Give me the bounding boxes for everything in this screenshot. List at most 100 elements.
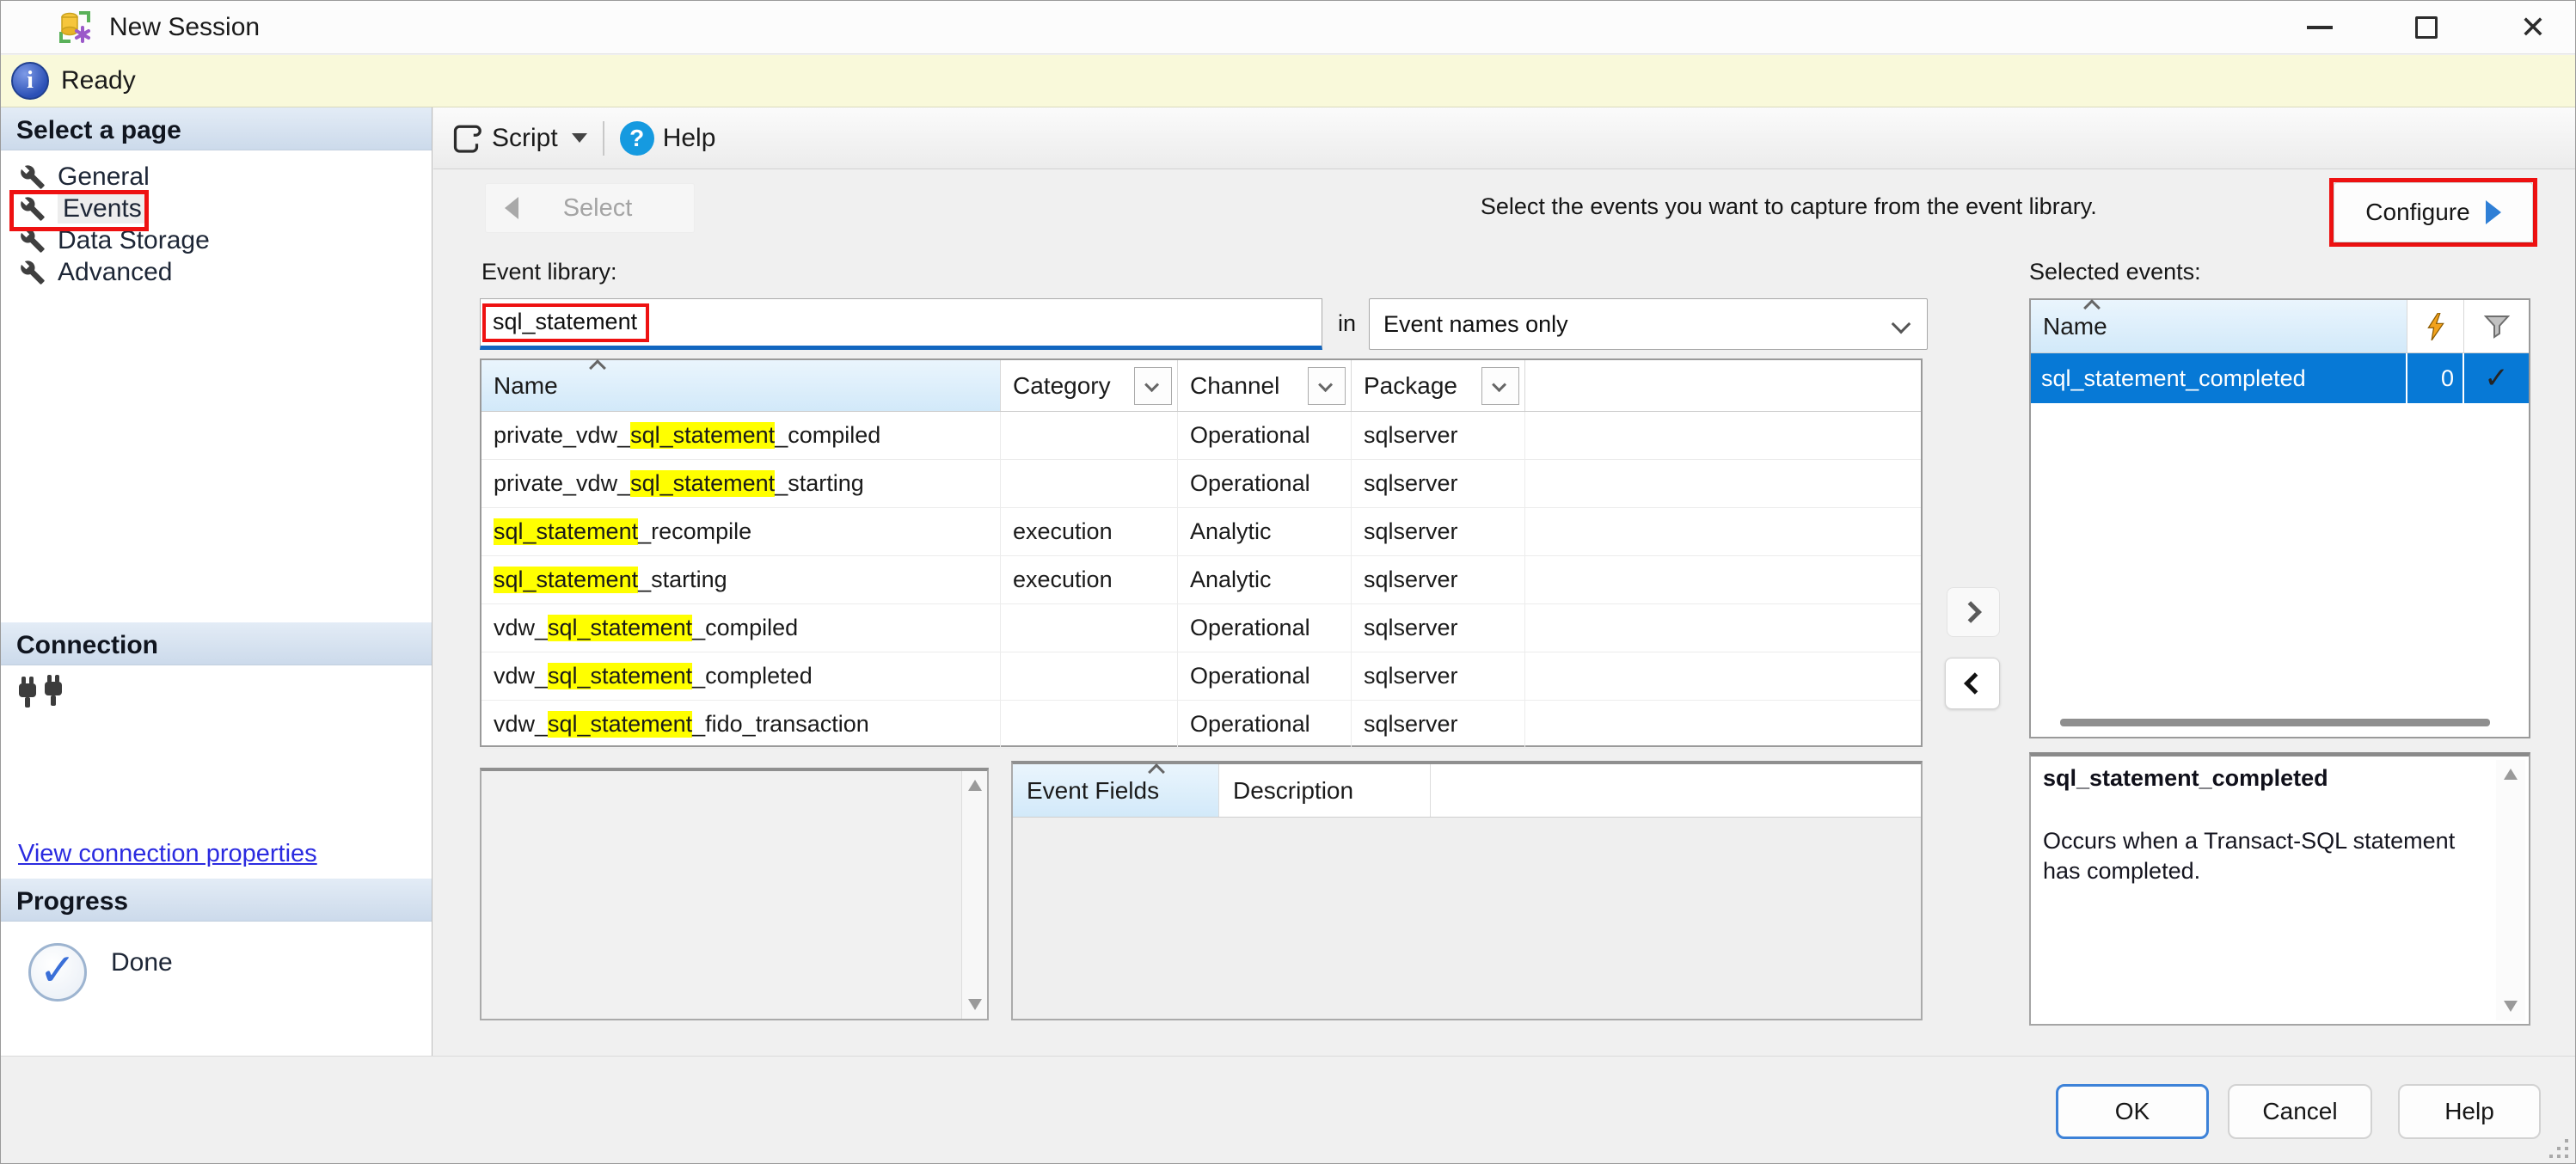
- horizontal-scrollbar-thumb[interactable]: [2060, 719, 2490, 726]
- remove-event-button[interactable]: [1945, 658, 2000, 709]
- chevron-left-icon: [1964, 672, 1985, 694]
- back-arrow-icon: [505, 197, 518, 219]
- column-header-event-fields[interactable]: Event Fields: [1013, 764, 1219, 817]
- chevron-down-icon: [1144, 377, 1159, 392]
- help-button-footer[interactable]: Help: [2398, 1084, 2541, 1139]
- category-filter-button[interactable]: [1134, 367, 1172, 405]
- table-row[interactable]: vdw_sql_statement_completed Operational …: [481, 652, 1921, 701]
- table-row[interactable]: vdw_sql_statement_compiled Operational s…: [481, 604, 1921, 652]
- filter-check-icon: ✓: [2464, 353, 2529, 403]
- search-text: sql_statement: [482, 303, 649, 342]
- sidebar-item-label: Events: [58, 194, 147, 224]
- table-row[interactable]: sql_statement_recompile execution Analyt…: [481, 508, 1921, 556]
- filter-funnel-icon: [2483, 314, 2511, 340]
- sidebar-item-label: Advanced: [58, 258, 172, 287]
- new-session-dialog: New Session ✕ i Ready Select a page Gene…: [0, 0, 2576, 1164]
- sidebar-item-events[interactable]: Events: [1, 193, 432, 224]
- chevron-right-icon: [1960, 601, 1981, 622]
- help-icon: ?: [620, 121, 654, 156]
- search-match-highlight: sql_statement: [548, 663, 692, 689]
- forward-arrow-icon: [2486, 200, 2501, 224]
- maximize-button[interactable]: [2407, 8, 2446, 47]
- in-label: in: [1338, 310, 1356, 337]
- selected-column-header-name[interactable]: Name: [2031, 300, 2407, 352]
- column-header-channel[interactable]: Channel: [1178, 360, 1352, 411]
- minimize-button[interactable]: [2300, 8, 2340, 47]
- wrench-icon: [20, 228, 46, 254]
- selected-event-count: 0: [2407, 353, 2464, 403]
- table-row[interactable]: private_vdw_sql_statement_starting Opera…: [481, 460, 1921, 508]
- selected-event-name: sql_statement_completed: [2031, 353, 2407, 403]
- event-description-title: sql_statement_completed: [2043, 765, 2489, 792]
- event-fields-panel: Event Fields Description: [1011, 761, 1923, 1020]
- search-match-highlight: sql_statement: [494, 518, 638, 545]
- connection-header: Connection: [1, 622, 432, 665]
- configure-button-label: Configure: [2365, 199, 2469, 226]
- chevron-down-icon: [1892, 315, 1911, 334]
- wrench-icon: [20, 260, 46, 285]
- status-text: Ready: [61, 66, 136, 95]
- sidebar-item-label: General: [58, 162, 150, 192]
- selected-event-row[interactable]: sql_statement_completed 0 ✓: [2031, 353, 2529, 403]
- status-bar: i Ready: [1, 55, 2575, 107]
- cancel-button[interactable]: Cancel: [2228, 1084, 2372, 1139]
- vertical-scrollbar[interactable]: [2496, 760, 2525, 1020]
- event-description-text: Occurs when a Transact-SQL statement has…: [2043, 826, 2489, 886]
- column-header-name[interactable]: Name: [481, 360, 1001, 411]
- event-description-empty-panel: [480, 768, 989, 1020]
- toolbar: Script ? Help: [433, 107, 2576, 169]
- column-header-package[interactable]: Package: [1352, 360, 1525, 411]
- event-library-search-input[interactable]: sql_statement: [480, 298, 1322, 350]
- scroll-up-icon: [968, 780, 982, 791]
- event-library-table: Name Category Channel Package: [480, 358, 1923, 747]
- progress-header: Progress: [1, 879, 432, 922]
- chevron-down-icon: [1318, 377, 1333, 392]
- ok-button[interactable]: OK: [2056, 1084, 2209, 1139]
- selected-events-list: Name sql_statement_completed: [2029, 298, 2530, 738]
- select-back-button[interactable]: Select: [485, 183, 695, 233]
- configure-button[interactable]: Configure: [2334, 182, 2533, 242]
- event-count-column-header[interactable]: [2407, 300, 2464, 352]
- script-button[interactable]: Script: [492, 124, 558, 153]
- main-panel: Script ? Help Select Select the events y…: [433, 107, 2576, 1056]
- view-connection-properties-link[interactable]: View connection properties: [18, 840, 317, 868]
- title-bar: New Session ✕: [1, 1, 2575, 54]
- column-header-category[interactable]: Category: [1001, 360, 1178, 411]
- sidebar-item-label: Data Storage: [58, 226, 210, 255]
- sidebar-item-general[interactable]: General: [1, 161, 432, 193]
- filter-column-header[interactable]: [2464, 300, 2529, 352]
- connection-icon: [16, 675, 70, 713]
- scroll-up-icon: [2504, 769, 2518, 780]
- script-icon: [449, 121, 483, 156]
- lightning-icon: [2424, 313, 2448, 340]
- column-header-filler: [1525, 360, 1921, 411]
- close-icon: ✕: [2520, 12, 2546, 43]
- chevron-down-icon: [1492, 377, 1506, 392]
- table-row[interactable]: vdw_sql_statement_fido_transaction Opera…: [481, 701, 1921, 749]
- table-row[interactable]: sql_statement_starting execution Analyti…: [481, 556, 1921, 604]
- table-row[interactable]: private_vdw_sql_statement_compiled Opera…: [481, 412, 1921, 460]
- add-event-button[interactable]: [1947, 587, 2000, 637]
- scroll-down-icon: [968, 999, 982, 1010]
- progress-done-icon: ✓: [28, 943, 87, 1002]
- sidebar-item-data-storage[interactable]: Data Storage: [1, 224, 432, 256]
- wrench-icon: [20, 196, 46, 222]
- select-button-label: Select: [518, 194, 677, 223]
- instruction-text: Select the events you want to capture fr…: [1481, 193, 2097, 220]
- sidebar-item-advanced[interactable]: Advanced: [1, 256, 432, 288]
- sidebar: Select a page General Events Data Storag…: [1, 107, 432, 1056]
- help-button[interactable]: Help: [663, 124, 716, 153]
- column-header-description[interactable]: Description: [1219, 764, 1431, 817]
- resize-grip-icon[interactable]: [2548, 1137, 2570, 1160]
- package-filter-button[interactable]: [1481, 367, 1519, 405]
- window-title: New Session: [109, 13, 260, 42]
- vertical-scrollbar[interactable]: [961, 771, 987, 1019]
- close-button[interactable]: ✕: [2513, 8, 2553, 47]
- channel-filter-button[interactable]: [1308, 367, 1346, 405]
- select-a-page-header: Select a page: [1, 107, 432, 150]
- search-match-highlight: sql_statement: [630, 470, 775, 497]
- script-dropdown-icon[interactable]: [572, 133, 587, 143]
- search-scope-dropdown[interactable]: Event names only: [1369, 298, 1928, 350]
- minimize-icon: [2307, 26, 2333, 29]
- sort-asc-icon: [589, 359, 606, 377]
